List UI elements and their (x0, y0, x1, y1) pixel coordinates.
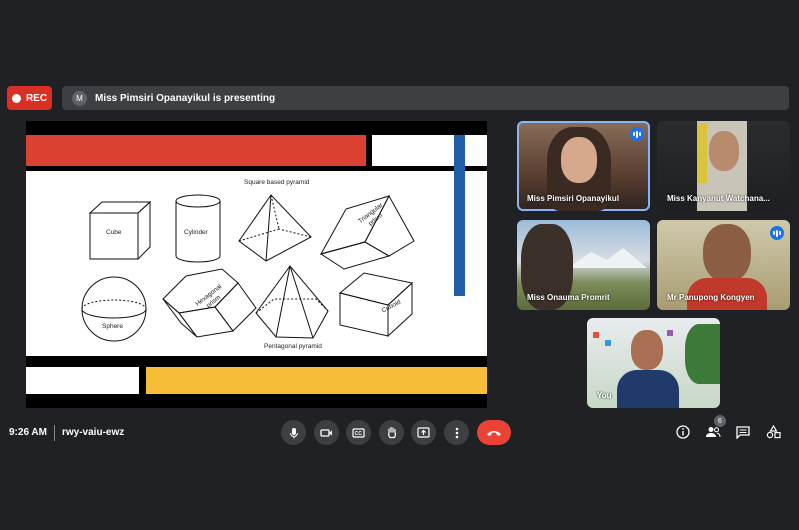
people-icon (706, 427, 721, 438)
participant-tile[interactable]: Mr Panupong Kongyen (657, 220, 790, 310)
meeting-code: rwy-vaiu-ewz (62, 427, 125, 438)
shapes-drawing (81, 194, 415, 342)
presenting-banner: M Miss Pimsiri Opanayikul is presenting (62, 86, 789, 110)
triangular-prism-shape (319, 194, 415, 270)
label-cube: Cube (106, 229, 122, 236)
participant-name: Miss Onauma Promrit (527, 293, 610, 302)
chat-button[interactable] (733, 422, 753, 442)
speaking-indicator-icon (770, 226, 784, 240)
slide-red-bar (26, 135, 366, 166)
slide-white-block-top (372, 135, 487, 166)
recording-label: REC (25, 92, 48, 104)
square-pyramid-shape (238, 194, 312, 262)
present-icon (417, 427, 430, 438)
slide-yellow-bar (146, 367, 487, 394)
svg-text:CC: CC (355, 431, 363, 437)
self-view-tile[interactable]: You (587, 318, 720, 408)
record-dot-icon (11, 93, 21, 103)
raise-hand-button[interactable] (379, 420, 404, 445)
participant-name: Mr Panupong Kongyen (667, 293, 755, 302)
participant-name: You (597, 391, 612, 400)
raise-hand-icon (387, 426, 396, 439)
presenter-avatar: M (72, 90, 87, 106)
label-square-pyramid: Square based pyramid (244, 179, 310, 186)
sphere-shape (81, 276, 147, 342)
captions-button[interactable]: CC (346, 420, 371, 445)
recording-indicator: REC (7, 86, 52, 110)
label-pentagonal-pyramid: Pentagonal pyramid (264, 343, 322, 350)
end-call-button[interactable] (477, 420, 511, 445)
divider (54, 425, 55, 441)
presenting-text: Miss Pimsiri Opanayikul is presenting (95, 92, 276, 104)
mic-button[interactable] (281, 420, 306, 445)
captions-icon: CC (352, 427, 365, 438)
people-button[interactable] (703, 422, 723, 442)
participant-tile[interactable]: Miss Onauma Promrit (517, 220, 650, 310)
participant-name: Miss Kanyanut Watchana... (667, 194, 770, 203)
slide-shapes-area: Cube Cylinder Square based pyramid Trian… (26, 171, 487, 356)
clock-time: 9:26 AM (9, 427, 47, 438)
label-sphere: Sphere (102, 323, 123, 330)
activities-button[interactable] (763, 422, 783, 442)
present-button[interactable] (411, 420, 436, 445)
meeting-info-button[interactable] (673, 422, 693, 442)
more-options-button[interactable] (444, 420, 469, 445)
chat-icon (736, 425, 750, 439)
camera-button[interactable] (314, 420, 339, 445)
more-options-icon (455, 427, 458, 438)
presentation-slide: Cube Cylinder Square based pyramid Trian… (26, 121, 487, 408)
activities-icon (766, 425, 781, 439)
participant-name: Miss Pimsiri Opanayikul (527, 194, 620, 203)
label-cylinder: Cylinder (184, 229, 208, 236)
camera-icon (320, 428, 332, 437)
mic-icon (289, 427, 298, 438)
control-bar: 9:26 AM rwy-vaiu-ewz CC 6 (0, 415, 799, 451)
pentagonal-pyramid-shape (255, 265, 329, 339)
slide-blue-bar (454, 135, 465, 296)
participant-tile[interactable]: Miss Pimsiri Opanayikul (517, 121, 650, 211)
speaking-indicator-icon (630, 127, 644, 141)
end-call-icon (487, 430, 501, 436)
slide-white-block-bottom (26, 367, 139, 394)
participant-tile[interactable]: Miss Kanyanut Watchana... (657, 121, 790, 211)
info-icon (676, 425, 690, 439)
